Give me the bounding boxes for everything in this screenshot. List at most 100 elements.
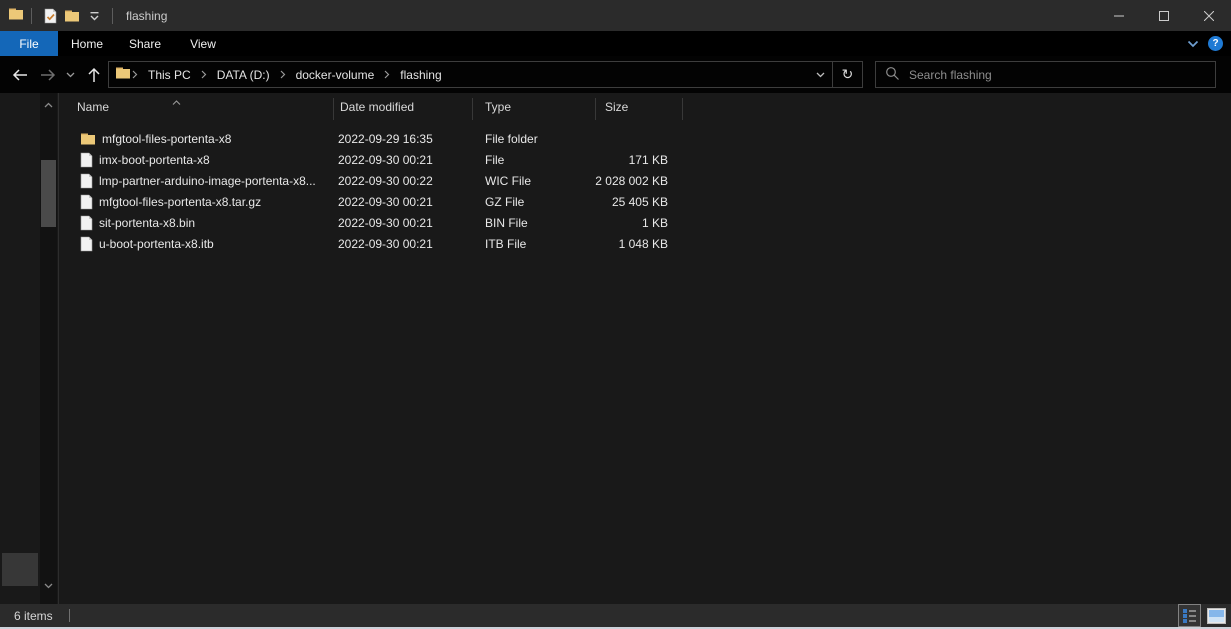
- address-folder-icon: [115, 65, 131, 84]
- refresh-button[interactable]: ↻: [833, 62, 862, 87]
- file-name: mfgtool-files-portenta-x8.tar.gz: [99, 195, 261, 209]
- items-count: 6 items: [14, 609, 53, 623]
- status-bar: 6 items: [0, 604, 1231, 627]
- breadcrumb-item[interactable]: docker-volume: [287, 62, 384, 87]
- file-icon: [80, 152, 93, 168]
- breadcrumb-item[interactable]: DATA (D:): [208, 62, 279, 87]
- file-size: 25 405 KB: [595, 195, 682, 209]
- column-separator[interactable]: [682, 98, 683, 120]
- file-size: 1 048 KB: [595, 237, 682, 251]
- file-date-modified: 2022-09-30 00:21: [333, 195, 472, 209]
- tab-view[interactable]: View: [174, 31, 232, 56]
- tab-share[interactable]: Share: [116, 31, 174, 56]
- ribbon-tabs-row: FileHomeShareView ?: [0, 31, 1231, 56]
- details-view-button[interactable]: [1178, 604, 1201, 627]
- column-separator[interactable]: [595, 98, 596, 120]
- titlebar-separator: [31, 8, 32, 24]
- file-type: ITB File: [472, 237, 595, 251]
- file-size: 171 KB: [595, 153, 682, 167]
- explorer-window: flashing FileHomeShareView ?: [0, 0, 1231, 629]
- up-button[interactable]: [80, 61, 108, 88]
- breadcrumb-chevron-icon: [200, 70, 208, 79]
- file-list: Name Date modified Type Size: [59, 93, 1231, 604]
- column-separator[interactable]: [333, 98, 334, 120]
- file-icon: [80, 215, 93, 231]
- qat-new-folder-button[interactable]: [61, 4, 83, 28]
- file-name: mfgtool-files-portenta-x8: [102, 132, 231, 146]
- window-title: flashing: [126, 9, 167, 23]
- file-list-rows: mfgtool-files-portenta-x8 2022-09-29 16:…: [59, 128, 1231, 254]
- navigation-pane-scrollbar[interactable]: [40, 93, 57, 604]
- file-name: sit-portenta-x8.bin: [99, 216, 195, 230]
- qat-customize-chevron-icon[interactable]: [83, 4, 105, 28]
- back-button[interactable]: [6, 61, 34, 88]
- file-row[interactable]: u-boot-portenta-x8.itb 2022-09-30 00:21 …: [59, 233, 1231, 254]
- tab-home[interactable]: Home: [58, 31, 116, 56]
- file-date-modified: 2022-09-29 16:35: [333, 132, 472, 146]
- thumbnails-view-button[interactable]: [1205, 604, 1228, 627]
- file-name: imx-boot-portenta-x8: [99, 153, 210, 167]
- navigation-bar: This PC DATA (D:) docker-volume flashing: [0, 56, 1231, 93]
- sort-ascending-icon: [172, 94, 181, 108]
- column-header-date-modified[interactable]: Date modified: [333, 93, 472, 120]
- file-type: File folder: [472, 132, 595, 146]
- file-row[interactable]: mfgtool-files-portenta-x8.tar.gz 2022-09…: [59, 191, 1231, 212]
- tab-file[interactable]: File: [0, 31, 58, 56]
- file-type: WIC File: [472, 174, 595, 188]
- breadcrumb-chevron-icon: [279, 70, 287, 79]
- address-bar[interactable]: This PC DATA (D:) docker-volume flashing: [108, 61, 863, 88]
- recent-locations-chevron-icon[interactable]: [62, 61, 78, 88]
- file-type: File: [472, 153, 595, 167]
- search-icon: [885, 66, 900, 84]
- help-icon[interactable]: ?: [1208, 36, 1223, 51]
- column-header-name[interactable]: Name: [59, 93, 333, 120]
- file-icon: [80, 236, 93, 252]
- file-name: lmp-partner-arduino-image-portenta-x8...: [99, 174, 316, 188]
- breadcrumb-item[interactable]: This PC: [139, 62, 200, 87]
- navigation-pane: [0, 93, 40, 604]
- file-row[interactable]: lmp-partner-arduino-image-portenta-x8...…: [59, 170, 1231, 191]
- search-input[interactable]: Search flashing: [875, 61, 1216, 88]
- forward-button[interactable]: [34, 61, 62, 88]
- file-date-modified: 2022-09-30 00:21: [333, 237, 472, 251]
- file-type: GZ File: [472, 195, 595, 209]
- file-type: BIN File: [472, 216, 595, 230]
- titlebar: flashing: [0, 0, 1231, 31]
- status-separator: [69, 609, 70, 622]
- file-size: 1 KB: [595, 216, 682, 230]
- file-date-modified: 2022-09-30 00:21: [333, 153, 472, 167]
- ribbon-tabs: FileHomeShareView: [0, 31, 232, 56]
- breadcrumb: This PC DATA (D:) docker-volume flashing: [131, 62, 451, 87]
- file-icon: [80, 173, 93, 189]
- scrollbar-thumb[interactable]: [41, 160, 56, 227]
- file-row[interactable]: sit-portenta-x8.bin 2022-09-30 00:21 BIN…: [59, 212, 1231, 233]
- column-header-size[interactable]: Size: [595, 93, 682, 120]
- search-placeholder: Search flashing: [909, 68, 992, 82]
- breadcrumb-chevron-icon: [383, 70, 391, 79]
- file-date-modified: 2022-09-30 00:21: [333, 216, 472, 230]
- file-size: 2 028 002 KB: [595, 174, 682, 188]
- file-row[interactable]: mfgtool-files-portenta-x8 2022-09-29 16:…: [59, 128, 1231, 149]
- column-headers: Name Date modified Type Size: [59, 93, 1231, 120]
- main-area: Name Date modified Type Size: [0, 93, 1231, 604]
- scrollbar-down-arrow[interactable]: [40, 578, 57, 594]
- file-icon: [80, 194, 93, 210]
- scrollbar-up-arrow[interactable]: [40, 97, 57, 113]
- expand-ribbon-chevron-icon[interactable]: [1187, 37, 1199, 51]
- window-folder-icon: [8, 6, 24, 25]
- column-separator[interactable]: [472, 98, 473, 120]
- column-header-type[interactable]: Type: [472, 93, 595, 120]
- address-history-chevron-icon[interactable]: [809, 62, 832, 87]
- navigation-pane-item-fragment: [2, 553, 38, 586]
- close-button[interactable]: [1186, 0, 1231, 31]
- file-date-modified: 2022-09-30 00:22: [333, 174, 472, 188]
- minimize-button[interactable]: [1096, 0, 1141, 31]
- breadcrumb-chevron-icon: [131, 70, 139, 79]
- maximize-button[interactable]: [1141, 0, 1186, 31]
- qat-properties-button[interactable]: [39, 4, 61, 28]
- file-name: u-boot-portenta-x8.itb: [99, 237, 214, 251]
- breadcrumb-item[interactable]: flashing: [391, 62, 450, 87]
- file-row[interactable]: imx-boot-portenta-x8 2022-09-30 00:21 Fi…: [59, 149, 1231, 170]
- titlebar-separator: [112, 8, 113, 24]
- folder-icon: [80, 131, 96, 147]
